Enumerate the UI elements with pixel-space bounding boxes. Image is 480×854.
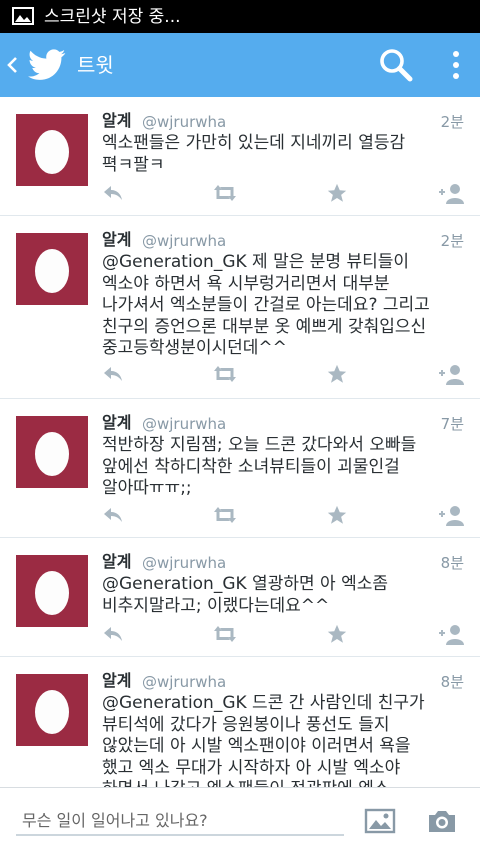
tweet-text: @Generation_GK 열광하면 아 엑소좀 비추지말라고; 이랬다는데요…	[102, 574, 388, 616]
favorite-star-icon[interactable]	[326, 503, 348, 527]
egg-icon	[35, 130, 69, 174]
egg-icon	[35, 432, 69, 476]
reply-icon[interactable]	[102, 181, 124, 205]
tweet-time: 8분	[440, 673, 464, 691]
reply-icon[interactable]	[102, 362, 124, 386]
tweet-author-handle[interactable]: @wjrurwha	[142, 672, 226, 692]
tweet-text: 적반하장 지림잼; 오늘 드콘 갔다와서 오빠들 앞에선 착하디착한 소녀뷰티들…	[102, 435, 417, 498]
favorite-star-icon[interactable]	[326, 362, 348, 386]
search-icon[interactable]	[378, 47, 414, 83]
retweet-icon[interactable]	[212, 362, 238, 386]
twitter-bird-icon[interactable]	[28, 49, 66, 81]
follow-user-icon[interactable]	[436, 362, 466, 386]
tweet-item[interactable]: 알계 @wjrurwha 2분 엑소팬들은 가만히 있는데 지네끼리 열등감 펵…	[0, 97, 480, 216]
tweet-author-handle[interactable]: @wjrurwha	[142, 414, 226, 434]
tweet-time: 2분	[440, 232, 464, 250]
tweet-time: 2분	[440, 113, 464, 131]
overflow-menu-icon[interactable]	[446, 47, 466, 83]
tweet-author-name[interactable]: 알계	[102, 671, 131, 691]
tweet-actions	[102, 622, 470, 650]
tweet-author-name[interactable]: 알계	[102, 413, 131, 433]
favorite-star-icon[interactable]	[326, 181, 348, 205]
retweet-icon[interactable]	[212, 503, 238, 527]
retweet-icon[interactable]	[212, 181, 238, 205]
retweet-icon[interactable]	[212, 622, 238, 646]
tweet-timeline[interactable]: 알계 @wjrurwha 2분 엑소팬들은 가만히 있는데 지네끼리 열등감 펵…	[0, 97, 480, 787]
avatar[interactable]	[16, 114, 88, 186]
tweet-item[interactable]: 알계 @wjrurwha 8분 @Generation_GK 드콘 간 사람인데…	[0, 657, 480, 787]
tweet-text: @Generation_GK 제 말은 분명 뷰티들이 엑소야 하면서 욕 시부…	[102, 252, 430, 358]
app-bar: 트윗	[0, 33, 480, 97]
tweet-text: 엑소팬들은 가만히 있는데 지네끼리 열등감 펵ㅋ팔ㅋ	[102, 133, 406, 175]
avatar[interactable]	[16, 555, 88, 627]
tweet-item[interactable]: 알계 @wjrurwha 2분 @Generation_GK 제 말은 분명 뷰…	[0, 216, 480, 399]
avatar[interactable]	[16, 674, 88, 746]
tweet-item[interactable]: 알계 @wjrurwha 7분 적반하장 지림잼; 오늘 드콘 갔다와서 오빠들…	[0, 399, 480, 538]
compose-tweet-input[interactable]	[16, 806, 344, 836]
tweet-actions	[102, 362, 470, 390]
tweet-author-name[interactable]: 알계	[102, 230, 131, 250]
avatar[interactable]	[16, 233, 88, 305]
tweet-composer	[0, 787, 480, 854]
reply-icon[interactable]	[102, 622, 124, 646]
tweet-actions	[102, 503, 470, 531]
avatar[interactable]	[16, 416, 88, 488]
tweet-author-handle[interactable]: @wjrurwha	[142, 231, 226, 251]
follow-user-icon[interactable]	[436, 503, 466, 527]
tweet-time: 7분	[440, 415, 464, 433]
tweet-item[interactable]: 알계 @wjrurwha 8분 @Generation_GK 열광하면 아 엑소…	[0, 538, 480, 657]
follow-user-icon[interactable]	[436, 181, 466, 205]
reply-icon[interactable]	[102, 503, 124, 527]
tweet-time: 8분	[440, 554, 464, 572]
tweet-author-handle[interactable]: @wjrurwha	[142, 553, 226, 573]
favorite-star-icon[interactable]	[326, 622, 348, 646]
status-text: 스크린샷 저장 중...	[44, 7, 181, 27]
tweet-author-name[interactable]: 알계	[102, 552, 131, 572]
tweet-actions	[102, 181, 470, 209]
egg-icon	[35, 249, 69, 293]
tweet-text: @Generation_GK 드콘 간 사람인데 친구가 뷰티석에 갔다가 응원…	[102, 693, 425, 787]
follow-user-icon[interactable]	[436, 622, 466, 646]
status-bar: 스크린샷 저장 중...	[0, 0, 480, 33]
image-icon	[12, 7, 34, 25]
camera-icon[interactable]	[426, 807, 458, 835]
tweet-author-name[interactable]: 알계	[102, 111, 131, 131]
back-chevron-icon[interactable]	[6, 51, 20, 79]
tweet-author-handle[interactable]: @wjrurwha	[142, 112, 226, 132]
page-title: 트윗	[77, 53, 114, 77]
egg-icon	[35, 690, 69, 734]
egg-icon	[35, 571, 69, 615]
photo-icon[interactable]	[364, 807, 396, 835]
